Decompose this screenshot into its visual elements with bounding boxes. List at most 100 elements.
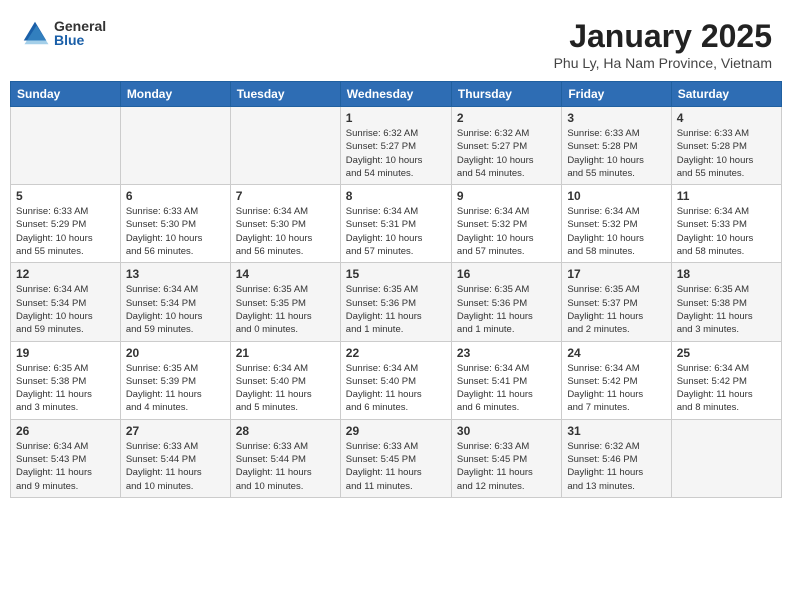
header-sunday: Sunday: [11, 82, 121, 107]
calendar-cell: 6 Sunrise: 6:33 AM Sunset: 5:30 PM Daylig…: [120, 185, 230, 263]
day-number: 9: [457, 189, 556, 203]
day-number: 31: [567, 424, 665, 438]
day-number: 16: [457, 267, 556, 281]
day-number: 12: [16, 267, 115, 281]
day-number: 3: [567, 111, 665, 125]
day-info: Sunrise: 6:34 AM Sunset: 5:30 PM Dayligh…: [236, 205, 335, 258]
calendar-week-row: 1 Sunrise: 6:32 AM Sunset: 5:27 PM Daylig…: [11, 107, 782, 185]
calendar-cell: 26 Sunrise: 6:34 AM Sunset: 5:43 PM Dayli…: [11, 419, 121, 497]
calendar-week-row: 12 Sunrise: 6:34 AM Sunset: 5:34 PM Dayli…: [11, 263, 782, 341]
calendar-title: January 2025: [554, 18, 772, 55]
calendar-cell: 30Sunrise: 6:33 AM Sunset: 5:45 PM Dayli…: [451, 419, 561, 497]
day-info: Sunrise: 6:34 AM Sunset: 5:42 PM Dayligh…: [677, 362, 776, 415]
day-info: Sunrise: 6:33 AM Sunset: 5:29 PM Dayligh…: [16, 205, 115, 258]
day-info: Sunrise: 6:34 AM Sunset: 5:42 PM Dayligh…: [567, 362, 665, 415]
logo: General Blue: [20, 18, 106, 48]
day-info: Sunrise: 6:34 AM Sunset: 5:33 PM Dayligh…: [677, 205, 776, 258]
calendar-cell: 21Sunrise: 6:34 AM Sunset: 5:40 PM Dayli…: [230, 341, 340, 419]
logo-blue-text: Blue: [54, 33, 106, 47]
day-info: Sunrise: 6:34 AM Sunset: 5:40 PM Dayligh…: [346, 362, 446, 415]
calendar-cell: [120, 107, 230, 185]
calendar-cell: 7 Sunrise: 6:34 AM Sunset: 5:30 PM Daylig…: [230, 185, 340, 263]
calendar-cell: 5 Sunrise: 6:33 AM Sunset: 5:29 PM Daylig…: [11, 185, 121, 263]
day-info: Sunrise: 6:33 AM Sunset: 5:45 PM Dayligh…: [346, 440, 446, 493]
calendar-cell: [11, 107, 121, 185]
calendar-table: SundayMondayTuesdayWednesdayThursdayFrid…: [10, 81, 782, 498]
day-info: Sunrise: 6:34 AM Sunset: 5:41 PM Dayligh…: [457, 362, 556, 415]
calendar-cell: 27 Sunrise: 6:33 AM Sunset: 5:44 PM Dayli…: [120, 419, 230, 497]
calendar-week-row: 5 Sunrise: 6:33 AM Sunset: 5:29 PM Daylig…: [11, 185, 782, 263]
day-number: 2: [457, 111, 556, 125]
calendar-cell: 10 Sunrise: 6:34 AM Sunset: 5:32 PM Dayli…: [562, 185, 671, 263]
header-wednesday: Wednesday: [340, 82, 451, 107]
day-info: Sunrise: 6:33 AM Sunset: 5:44 PM Dayligh…: [126, 440, 225, 493]
day-number: 26: [16, 424, 115, 438]
calendar-week-row: 19Sunrise: 6:35 AM Sunset: 5:38 PM Dayli…: [11, 341, 782, 419]
day-number: 13: [126, 267, 225, 281]
day-number: 28: [236, 424, 335, 438]
calendar-cell: 4Sunrise: 6:33 AM Sunset: 5:28 PM Daylig…: [671, 107, 781, 185]
calendar-cell: 22 Sunrise: 6:34 AM Sunset: 5:40 PM Dayli…: [340, 341, 451, 419]
day-number: 6: [126, 189, 225, 203]
day-info: Sunrise: 6:35 AM Sunset: 5:36 PM Dayligh…: [457, 283, 556, 336]
day-number: 1: [346, 111, 446, 125]
day-info: Sunrise: 6:32 AM Sunset: 5:27 PM Dayligh…: [457, 127, 556, 180]
day-info: Sunrise: 6:34 AM Sunset: 5:31 PM Dayligh…: [346, 205, 446, 258]
calendar-subtitle: Phu Ly, Ha Nam Province, Vietnam: [554, 55, 772, 71]
calendar-cell: 8 Sunrise: 6:34 AM Sunset: 5:31 PM Daylig…: [340, 185, 451, 263]
day-number: 17: [567, 267, 665, 281]
day-number: 25: [677, 346, 776, 360]
day-info: Sunrise: 6:35 AM Sunset: 5:37 PM Dayligh…: [567, 283, 665, 336]
day-number: 29: [346, 424, 446, 438]
calendar-cell: 15Sunrise: 6:35 AM Sunset: 5:36 PM Dayli…: [340, 263, 451, 341]
calendar-cell: 1Sunrise: 6:32 AM Sunset: 5:27 PM Daylig…: [340, 107, 451, 185]
day-info: Sunrise: 6:34 AM Sunset: 5:32 PM Dayligh…: [457, 205, 556, 258]
day-info: Sunrise: 6:35 AM Sunset: 5:35 PM Dayligh…: [236, 283, 335, 336]
day-number: 20: [126, 346, 225, 360]
calendar-cell: 3 Sunrise: 6:33 AM Sunset: 5:28 PM Daylig…: [562, 107, 671, 185]
day-info: Sunrise: 6:32 AM Sunset: 5:46 PM Dayligh…: [567, 440, 665, 493]
calendar-cell: 24 Sunrise: 6:34 AM Sunset: 5:42 PM Dayli…: [562, 341, 671, 419]
calendar-cell: 29 Sunrise: 6:33 AM Sunset: 5:45 PM Dayli…: [340, 419, 451, 497]
calendar-cell: [230, 107, 340, 185]
calendar-week-row: 26 Sunrise: 6:34 AM Sunset: 5:43 PM Dayli…: [11, 419, 782, 497]
calendar-cell: [671, 419, 781, 497]
day-number: 23: [457, 346, 556, 360]
day-number: 4: [677, 111, 776, 125]
day-number: 22: [346, 346, 446, 360]
logo-icon: [20, 18, 50, 48]
day-info: Sunrise: 6:35 AM Sunset: 5:36 PM Dayligh…: [346, 283, 446, 336]
calendar-cell: 25 Sunrise: 6:34 AM Sunset: 5:42 PM Dayli…: [671, 341, 781, 419]
day-number: 19: [16, 346, 115, 360]
header-saturday: Saturday: [671, 82, 781, 107]
calendar-cell: 9 Sunrise: 6:34 AM Sunset: 5:32 PM Daylig…: [451, 185, 561, 263]
header-monday: Monday: [120, 82, 230, 107]
day-info: Sunrise: 6:34 AM Sunset: 5:43 PM Dayligh…: [16, 440, 115, 493]
day-info: Sunrise: 6:33 AM Sunset: 5:44 PM Dayligh…: [236, 440, 335, 493]
day-info: Sunrise: 6:34 AM Sunset: 5:32 PM Dayligh…: [567, 205, 665, 258]
day-info: Sunrise: 6:35 AM Sunset: 5:39 PM Dayligh…: [126, 362, 225, 415]
calendar-cell: 18 Sunrise: 6:35 AM Sunset: 5:38 PM Dayli…: [671, 263, 781, 341]
day-number: 7: [236, 189, 335, 203]
calendar-cell: 13 Sunrise: 6:34 AM Sunset: 5:34 PM Dayli…: [120, 263, 230, 341]
day-info: Sunrise: 6:35 AM Sunset: 5:38 PM Dayligh…: [677, 283, 776, 336]
day-number: 27: [126, 424, 225, 438]
day-info: Sunrise: 6:33 AM Sunset: 5:30 PM Dayligh…: [126, 205, 225, 258]
day-number: 11: [677, 189, 776, 203]
calendar-cell: 14 Sunrise: 6:35 AM Sunset: 5:35 PM Dayli…: [230, 263, 340, 341]
day-number: 18: [677, 267, 776, 281]
day-number: 5: [16, 189, 115, 203]
calendar-header-row: SundayMondayTuesdayWednesdayThursdayFrid…: [11, 82, 782, 107]
calendar-cell: 31 Sunrise: 6:32 AM Sunset: 5:46 PM Dayli…: [562, 419, 671, 497]
title-block: January 2025 Phu Ly, Ha Nam Province, Vi…: [554, 18, 772, 71]
calendar-cell: 23 Sunrise: 6:34 AM Sunset: 5:41 PM Dayli…: [451, 341, 561, 419]
day-number: 24: [567, 346, 665, 360]
day-number: 30: [457, 424, 556, 438]
day-info: Sunrise: 6:33 AM Sunset: 5:28 PM Dayligh…: [567, 127, 665, 180]
day-number: 8: [346, 189, 446, 203]
day-info: Sunrise: 6:34 AM Sunset: 5:34 PM Dayligh…: [126, 283, 225, 336]
calendar-cell: 16 Sunrise: 6:35 AM Sunset: 5:36 PM Dayli…: [451, 263, 561, 341]
day-number: 10: [567, 189, 665, 203]
day-number: 21: [236, 346, 335, 360]
day-number: 14: [236, 267, 335, 281]
